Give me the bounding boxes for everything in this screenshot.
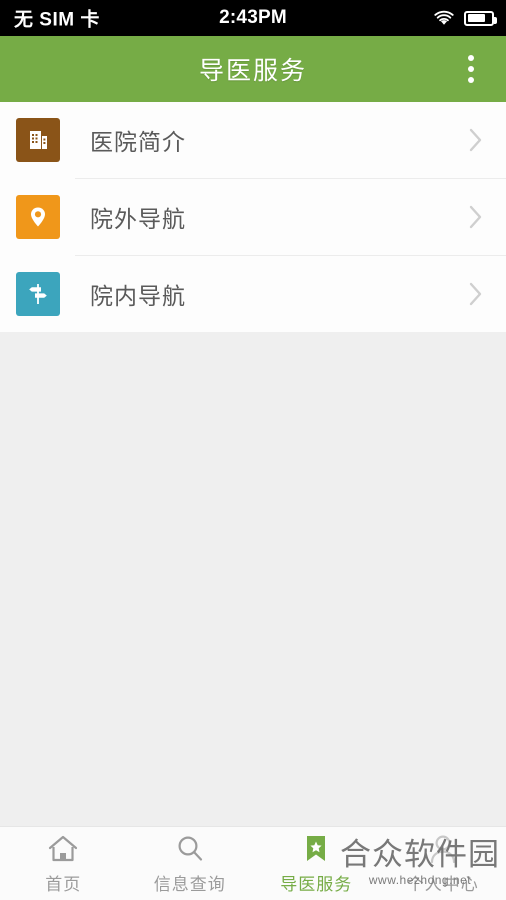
tab-label: 个人中心: [406, 875, 479, 894]
list-item-inside-navigation[interactable]: 院内导航: [0, 256, 506, 332]
tab-personal-center[interactable]: 个人中心: [380, 827, 506, 900]
person-icon: [427, 832, 459, 866]
overflow-menu-icon[interactable]: [454, 49, 488, 89]
content-area: [0, 332, 506, 829]
list-item-label: 医院简介: [90, 129, 186, 155]
clock-label: 2:43PM: [219, 7, 287, 28]
tab-info-query[interactable]: 信息查询: [127, 827, 254, 900]
list-item-outside-navigation[interactable]: 院外导航: [0, 179, 506, 255]
status-icons: [433, 10, 497, 26]
menu-list: 医院简介 院外导航 院内导航: [0, 102, 506, 332]
chevron-right-icon: [469, 205, 482, 229]
bookmark-star-icon: [300, 832, 332, 866]
phone-screen: 无 SIM 卡 2:43PM 导医服务 医院简介 院外导航 院内导航 首页 信息…: [0, 0, 506, 900]
status-bar: 无 SIM 卡 2:43PM: [0, 0, 506, 36]
carrier-label: 无 SIM 卡: [14, 9, 100, 31]
map-pin-icon: [16, 195, 60, 239]
tab-guide-service[interactable]: 导医服务: [253, 827, 380, 900]
list-item-hospital-intro[interactable]: 医院简介: [0, 102, 506, 178]
signpost-icon: [16, 272, 60, 316]
tab-label: 信息查询: [153, 875, 226, 894]
page-title: 导医服务: [198, 57, 307, 85]
search-icon: [174, 832, 206, 866]
tab-label: 首页: [45, 875, 82, 894]
app-header: 导医服务: [0, 36, 506, 102]
tab-label: 导医服务: [280, 875, 353, 894]
list-item-label: 院内导航: [90, 283, 186, 309]
list-item-label: 院外导航: [90, 206, 186, 232]
building-icon: [16, 118, 60, 162]
home-icon: [47, 832, 79, 866]
battery-icon: [464, 10, 497, 26]
bottom-tab-bar: 首页 信息查询 导医服务 个人中心: [0, 826, 506, 900]
wifi-icon: [434, 10, 454, 25]
tab-home[interactable]: 首页: [0, 827, 127, 900]
chevron-right-icon: [469, 282, 482, 306]
chevron-right-icon: [469, 128, 482, 152]
